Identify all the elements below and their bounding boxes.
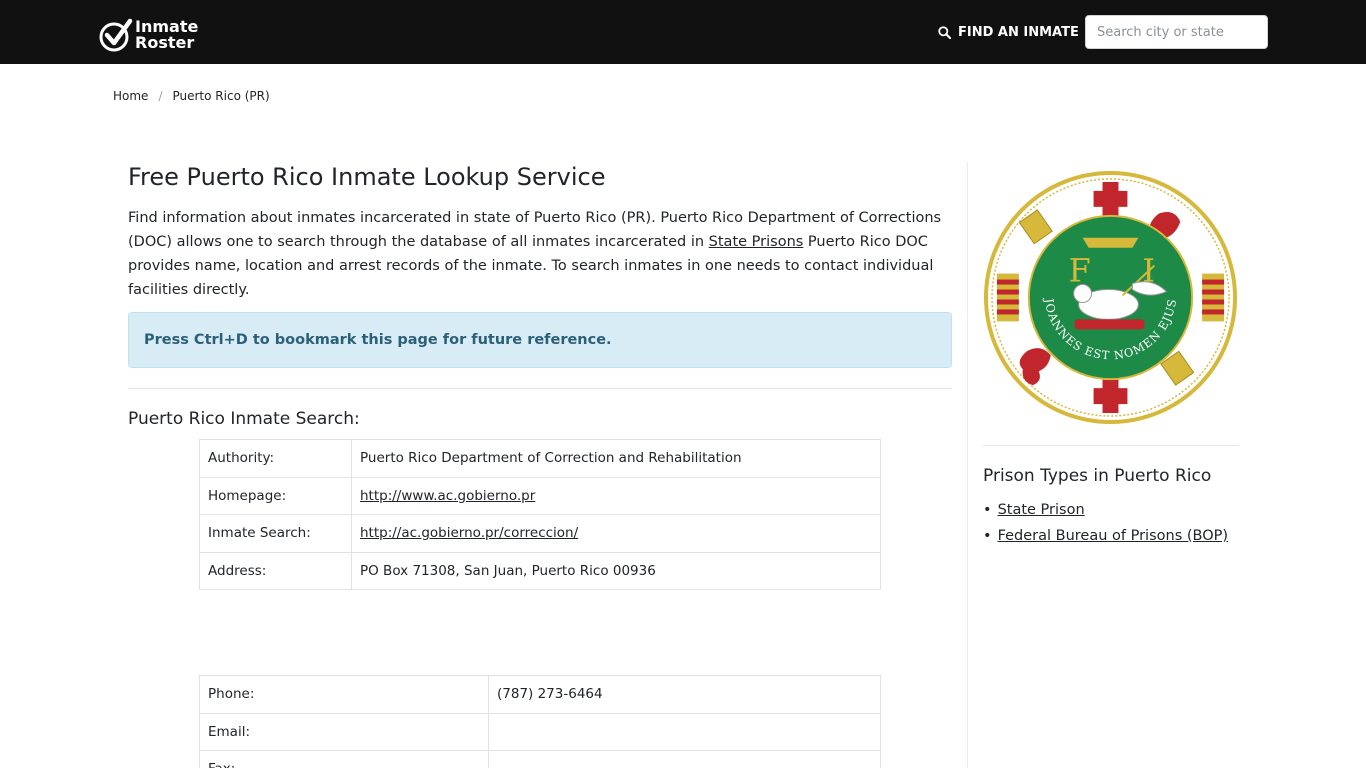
list-item: State Prison	[983, 497, 1239, 523]
find-an-inmate-link[interactable]: FIND AN INMATE	[938, 22, 1079, 42]
intro-paragraph: Find information about inmates incarcera…	[128, 206, 952, 302]
search-icon	[938, 25, 951, 39]
authority-info-table: Authority: Puerto Rico Department of Cor…	[199, 439, 881, 590]
breadcrumb-separator: /	[158, 89, 163, 103]
email-value	[488, 712, 881, 751]
fax-label: Fax:	[199, 750, 489, 768]
sidebar-divider-line	[983, 445, 1239, 446]
table-row: Email:	[199, 712, 881, 751]
phone-label: Phone:	[199, 675, 489, 714]
prison-types-heading: Prison Types in Puerto Rico	[983, 466, 1212, 486]
phone-value: (787) 273-6464	[488, 675, 881, 714]
main-content: Free Puerto Rico Inmate Lookup Service F…	[128, 160, 952, 429]
homepage-label: Homepage:	[199, 476, 352, 515]
bop-link[interactable]: Federal Bureau of Prisons (BOP)	[998, 528, 1228, 544]
authority-value: Puerto Rico Department of Correction and…	[351, 439, 881, 478]
state-prisons-link[interactable]: State Prisons	[709, 234, 804, 250]
address-value: PO Box 71308, San Juan, Puerto Rico 0093…	[351, 551, 881, 590]
inmate-search-heading: Puerto Rico Inmate Search:	[128, 409, 360, 429]
table-row: Authority: Puerto Rico Department of Cor…	[199, 439, 881, 478]
table-row: Fax:	[199, 750, 881, 768]
table-row: Phone: (787) 273-6464	[199, 675, 881, 714]
bookmark-alert: Press Ctrl+D to bookmark this page for f…	[128, 312, 952, 368]
authority-label: Authority:	[199, 439, 352, 478]
email-label: Email:	[199, 712, 489, 751]
top-navbar: Inmate Roster FIND AN INMATE	[0, 0, 1366, 64]
logo-line-2: Roster	[135, 33, 195, 52]
table-row: Homepage: http://www.ac.gobierno.pr	[199, 476, 881, 515]
search-input[interactable]	[1085, 15, 1268, 49]
breadcrumb-home[interactable]: Home	[113, 89, 148, 103]
seal-letter-f: F	[1069, 252, 1091, 290]
fax-value	[488, 750, 881, 768]
section-divider	[128, 388, 952, 389]
breadcrumb-current: Puerto Rico (PR)	[172, 89, 270, 103]
contact-info-table: Phone: (787) 273-6464 Email: Fax:	[199, 675, 881, 768]
inmate-search-cell: http://ac.gobierno.pr/correccion/	[351, 514, 881, 553]
inmate-search-link[interactable]: http://ac.gobierno.pr/correccion/	[360, 525, 578, 541]
address-label: Address:	[199, 551, 352, 590]
sidebar: F I JOANNES EST NOMEN EJUS Prison Types …	[983, 170, 1239, 549]
homepage-link[interactable]: http://www.ac.gobierno.pr	[360, 488, 535, 504]
page-title: Free Puerto Rico Inmate Lookup Service	[128, 163, 606, 191]
site-logo[interactable]: Inmate Roster	[99, 16, 199, 52]
state-prison-link[interactable]: State Prison	[998, 502, 1085, 518]
list-item: Federal Bureau of Prisons (BOP)	[983, 523, 1239, 549]
logo-text: Inmate Roster	[135, 19, 198, 51]
find-an-inmate-label: FIND AN INMATE	[958, 24, 1079, 40]
prison-types-list: State Prison Federal Bureau of Prisons (…	[983, 497, 1239, 549]
puerto-rico-seal-image: F I JOANNES EST NOMEN EJUS	[983, 170, 1238, 425]
checkmark-logo-icon	[99, 18, 133, 52]
homepage-cell: http://www.ac.gobierno.pr	[351, 476, 881, 515]
sidebar-divider	[967, 162, 968, 768]
table-row: Inmate Search: http://ac.gobierno.pr/cor…	[199, 514, 881, 553]
breadcrumb: Home / Puerto Rico (PR)	[113, 89, 270, 103]
inmate-search-label: Inmate Search:	[199, 514, 352, 553]
table-row: Address: PO Box 71308, San Juan, Puerto …	[199, 551, 881, 590]
